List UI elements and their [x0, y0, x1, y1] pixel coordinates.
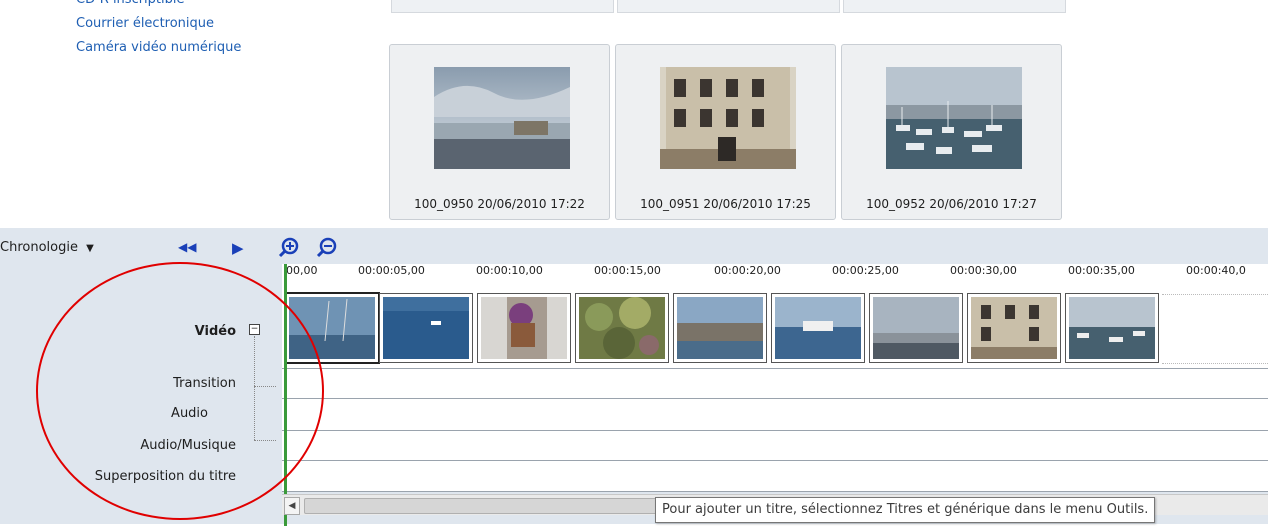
track-labels: Vidéo − Transition Audio Audio/Musique S… — [0, 264, 280, 524]
previous-tile-edge — [391, 0, 614, 13]
tree-connector — [254, 440, 276, 441]
video-clip[interactable] — [576, 294, 668, 362]
ruler-tick: 00:00:10,00 — [476, 264, 543, 277]
track-divider — [282, 430, 1268, 431]
tooltip: Pour ajouter un titre, sélectionnez Titr… — [655, 497, 1156, 523]
clip-tile[interactable]: 100_0950 20/06/2010 17:22 — [389, 44, 610, 220]
timeline-tracks — [282, 286, 1268, 492]
play-icon[interactable]: ▶ — [232, 239, 244, 257]
video-clip[interactable] — [478, 294, 570, 362]
publish-link-email[interactable]: Courrier électronique — [76, 12, 241, 36]
zoom-in-icon[interactable] — [278, 236, 300, 262]
timeline-panel: Chronologie ▼ ◀◀ ▶ Vidéo − Transition Au… — [0, 228, 1268, 526]
video-clip[interactable] — [380, 294, 472, 362]
clip-caption: 100_0951 20/06/2010 17:25 — [640, 197, 811, 211]
tree-connector — [254, 386, 276, 387]
timeline-view-label: Chronologie — [0, 240, 78, 255]
track-label-transition: Transition — [173, 376, 236, 391]
clip-caption: 100_0952 20/06/2010 17:27 — [866, 197, 1037, 211]
harbor-fortress-thumbnail — [434, 67, 570, 169]
timeline-toolbar: Chronologie ▼ ◀◀ ▶ — [0, 228, 1268, 264]
ruler-tick: 00:00:05,00 — [358, 264, 425, 277]
track-label-video: Vidéo — [194, 324, 236, 339]
publish-link-cdr[interactable]: CD-R inscriptible — [76, 0, 241, 12]
clip-tile[interactable]: 100_0951 20/06/2010 17:25 — [615, 44, 836, 220]
time-ruler[interactable]: 00,00 00:00:05,00 00:00:10,00 00:00:15,0… — [282, 264, 1268, 287]
track-divider — [282, 398, 1268, 399]
playhead[interactable] — [284, 264, 287, 526]
ruler-tick: 00:00:40,0 — [1186, 264, 1246, 277]
tree-connector — [254, 336, 256, 440]
ruler-tick: 00:00:20,00 — [714, 264, 781, 277]
marina-boats-thumbnail — [886, 67, 1022, 169]
track-label-audio-music: Audio/Musique — [140, 438, 236, 453]
video-clip[interactable] — [1066, 294, 1158, 362]
previous-tile-edge — [843, 0, 1066, 13]
track-divider — [282, 368, 1268, 369]
ruler-tick: 00:00:30,00 — [950, 264, 1017, 277]
track-divider — [282, 460, 1268, 461]
chevron-down-icon: ▼ — [86, 243, 94, 254]
video-clip[interactable] — [870, 294, 962, 362]
ruler-tick: 00:00:15,00 — [594, 264, 661, 277]
video-track[interactable] — [282, 286, 1268, 368]
video-clip[interactable] — [772, 294, 864, 362]
clip-caption: 100_0950 20/06/2010 17:22 — [414, 197, 585, 211]
timeline-view-dropdown[interactable]: Chronologie ▼ — [0, 240, 94, 255]
track-divider — [282, 491, 1268, 492]
scrollbar-thumb[interactable] — [304, 498, 706, 514]
collapse-icon[interactable]: − — [249, 324, 260, 335]
track-label-audio: Audio — [171, 406, 208, 421]
video-clip[interactable] — [968, 294, 1060, 362]
ruler-tick: 00:00:35,00 — [1068, 264, 1135, 277]
rewind-icon[interactable]: ◀◀ — [178, 240, 196, 254]
previous-tile-edge — [617, 0, 840, 13]
ruler-tick: 00:00:25,00 — [832, 264, 899, 277]
track-label-title-overlay: Superposition du titre — [94, 469, 236, 484]
collection-panel: CD-R inscriptible Courrier électronique … — [0, 0, 1268, 228]
video-clip[interactable] — [286, 294, 378, 362]
video-clip[interactable] — [674, 294, 766, 362]
old-building-thumbnail — [660, 67, 796, 169]
ruler-tick: 00,00 — [286, 264, 318, 277]
empty-slot — [1162, 294, 1268, 364]
zoom-out-icon[interactable] — [316, 236, 338, 262]
clip-tile[interactable]: 100_0952 20/06/2010 17:27 — [841, 44, 1062, 220]
publish-options: CD-R inscriptible Courrier électronique … — [76, 0, 241, 60]
scroll-left-icon[interactable]: ◀ — [284, 497, 300, 515]
publish-link-dv-camera[interactable]: Caméra vidéo numérique — [76, 36, 241, 60]
